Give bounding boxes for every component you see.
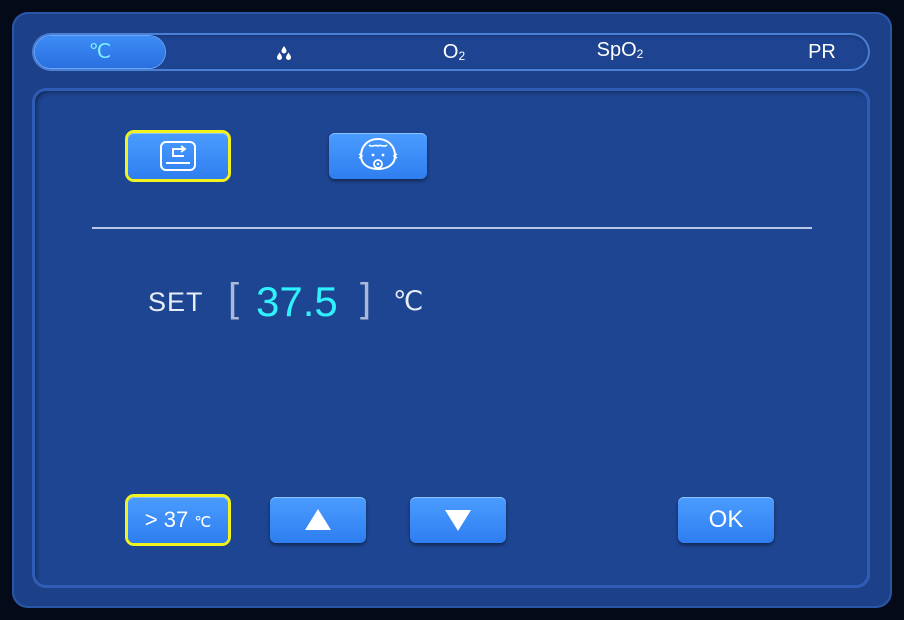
tab-humidity[interactable] — [252, 33, 316, 71]
tab-spo2-sub: 2 — [636, 47, 644, 61]
divider — [92, 227, 812, 229]
baby-face-icon — [329, 133, 427, 179]
ok-label: OK — [708, 506, 744, 533]
tab-pulse-rate-label: PR — [808, 41, 836, 63]
close-bracket: ] — [360, 276, 372, 320]
tab-oxygen[interactable]: O2 — [422, 33, 486, 71]
set-unit: ℃ — [393, 286, 424, 316]
arrow-down-icon — [410, 497, 506, 543]
ok-button[interactable]: OK — [678, 497, 774, 543]
tab-spo2-label: SpO — [596, 39, 637, 61]
decrease-button[interactable] — [410, 497, 506, 543]
water-drops-icon — [252, 33, 316, 71]
set-value: 37.5 — [256, 278, 338, 325]
over-temp-button[interactable]: > 37 ℃ — [128, 497, 228, 543]
tab-bar: ℃ O2 SpO2 PR — [32, 33, 870, 71]
tab-temperature[interactable]: ℃ — [35, 36, 165, 68]
skin-probe-icon — [128, 133, 228, 179]
tab-temperature-label: ℃ — [88, 41, 112, 63]
over-temp-label: > 37 — [144, 507, 189, 532]
tab-pulse-rate[interactable]: PR — [790, 33, 854, 71]
baby-mode-button[interactable] — [329, 133, 427, 179]
arrow-up-icon — [270, 497, 366, 543]
tab-oxygen-sub: 2 — [458, 49, 466, 63]
increase-button[interactable] — [270, 497, 366, 543]
tab-spo2[interactable]: SpO2 — [580, 31, 660, 69]
skin-mode-button[interactable] — [128, 133, 228, 179]
set-label: SET — [148, 287, 204, 317]
over-temp-unit: ℃ — [194, 514, 212, 531]
tab-oxygen-label: O — [442, 41, 459, 63]
open-bracket: [ — [228, 276, 240, 320]
